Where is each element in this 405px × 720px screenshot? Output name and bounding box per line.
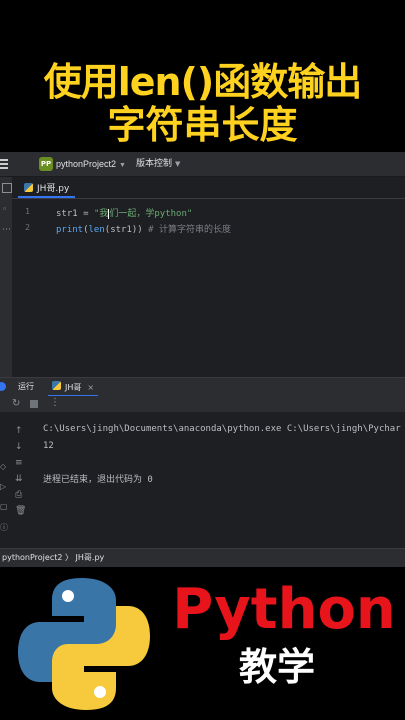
run-tab[interactable]: JH哥 ×	[48, 381, 99, 397]
run-toolbar: ↻ ⋮	[0, 396, 405, 412]
status-bar: pythonProject2 〉 JH哥.py	[0, 548, 405, 567]
console-output-line: 12	[43, 441, 54, 451]
python-logo	[18, 578, 150, 710]
more-tools-icon[interactable]: ⋯	[2, 225, 11, 235]
left-side-icons: ◇ ▷ ▢ ⓘ	[0, 382, 9, 542]
vcs-label: 版本控制	[136, 159, 173, 169]
console-side-tools: ↑ ↓ ≡ ⇊ ⎙ 🗑	[12, 414, 30, 534]
terminal-icon[interactable]: ▢	[0, 502, 8, 511]
chevron-down-icon: ▼	[119, 162, 126, 169]
rerun-icon[interactable]: ↻	[12, 398, 20, 409]
breadcrumb[interactable]: pythonProject2 〉 JH哥.py	[2, 553, 104, 562]
arrow-up-icon[interactable]: ↑	[15, 426, 23, 436]
close-icon[interactable]: ×	[87, 383, 94, 392]
vcs-menu[interactable]: 版本控制 ▼	[136, 157, 180, 171]
line-number: 2	[25, 223, 30, 232]
soft-wrap-icon[interactable]: ≡	[15, 458, 23, 468]
chevron-down-icon: ▼	[175, 160, 181, 168]
left-tool-strip: ◦ ⋯	[0, 177, 12, 397]
arrow-down-icon[interactable]: ↓	[15, 442, 23, 452]
console-output-line: 进程已结束，退出代码为 0	[43, 475, 153, 485]
run-panel-header: 运行 JH哥 ×	[0, 378, 405, 397]
structure-tool-icon[interactable]: ◦	[2, 205, 7, 215]
line-number: 1	[25, 207, 30, 216]
project-badge: PP	[39, 157, 53, 171]
video-title-line2: 字符串长度	[107, 103, 298, 147]
python-console-icon[interactable]: ▷	[0, 482, 6, 491]
code-line-2[interactable]: print(len(str1)) # 计算字符串的长度	[56, 222, 231, 235]
ide-window: PP pythonProject2 ▼ 版本控制 ▼ ◦ ⋯ JH哥.py 1 2 …	[0, 152, 405, 567]
scroll-to-end-icon[interactable]: ⇊	[15, 474, 23, 484]
main-toolbar: PP pythonProject2 ▼ 版本控制 ▼	[0, 152, 405, 177]
problems-icon[interactable]: ⓘ	[0, 522, 8, 533]
main-menu-icon[interactable]	[0, 159, 8, 169]
editor-tab-file[interactable]: JH哥.py	[18, 177, 76, 198]
run-panel-label: 运行	[18, 382, 34, 391]
project-tool-icon[interactable]	[2, 183, 12, 193]
project-selector[interactable]: pythonProject2 ▼	[56, 157, 126, 173]
console-output-line: C:\Users\jingh\Documents\anaconda\python…	[43, 424, 401, 434]
code-line-1[interactable]: str1 = "我们一起，学python"	[56, 206, 192, 219]
python-file-icon	[24, 183, 33, 192]
python-title: Python	[172, 577, 396, 642]
python-run-icon	[52, 381, 61, 390]
stop-icon[interactable]	[30, 400, 38, 408]
video-title-line1: 使用len()函数输出	[43, 60, 363, 104]
print-icon[interactable]: ⎙	[15, 490, 22, 500]
services-icon[interactable]: ◇	[0, 462, 6, 471]
project-name: pythonProject2	[56, 159, 117, 169]
teaching-subtitle: 教学	[238, 645, 315, 689]
editor-tab-label: JH哥.py	[37, 184, 70, 194]
line-gutter: 1 2	[12, 199, 44, 377]
more-options-icon[interactable]: ⋮	[50, 397, 60, 408]
trash-icon[interactable]: 🗑	[15, 506, 26, 516]
editor-tabs: JH哥.py	[12, 177, 405, 199]
